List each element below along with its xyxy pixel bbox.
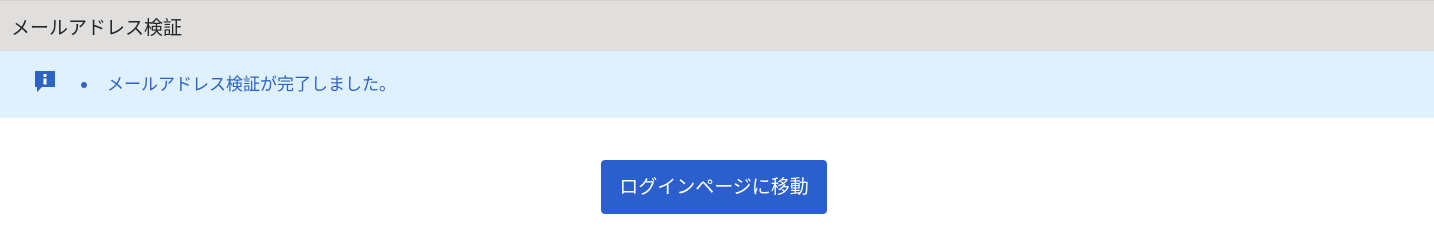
email-verification-page: メールアドレス検証 メールアドレス検証が完了しました。 ログインページに移動 xyxy=(0,0,1434,243)
info-alert: メールアドレス検証が完了しました。 xyxy=(0,51,1434,118)
info-icon xyxy=(35,71,55,92)
page-title: メールアドレス検証 xyxy=(11,17,183,39)
page-header: メールアドレス検証 xyxy=(0,0,1434,51)
list-bullet xyxy=(81,82,87,88)
go-to-login-button[interactable]: ログインページに移動 xyxy=(601,160,827,214)
alert-message: メールアドレス検証が完了しました。 xyxy=(107,75,396,95)
